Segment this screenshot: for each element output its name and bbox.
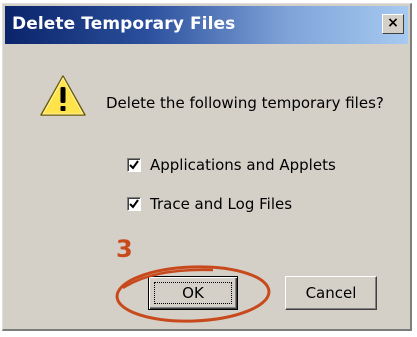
cancel-button[interactable]: Cancel xyxy=(285,276,377,310)
trace-log-checkbox[interactable] xyxy=(127,197,141,211)
close-icon: × xyxy=(387,15,399,31)
ok-button-label: OK xyxy=(182,284,204,302)
ok-button[interactable]: OK xyxy=(148,276,238,310)
trace-log-label: Trace and Log Files xyxy=(150,195,293,213)
delete-temporary-files-dialog: Delete Temporary Files × Delete the foll… xyxy=(2,3,412,331)
applications-checkbox[interactable] xyxy=(127,158,141,172)
dialog-title: Delete Temporary Files xyxy=(12,14,236,34)
checkmark-icon xyxy=(129,199,139,209)
close-button[interactable]: × xyxy=(382,14,404,34)
applications-label: Applications and Applets xyxy=(150,156,336,174)
checkmark-icon xyxy=(129,160,139,170)
cancel-button-label: Cancel xyxy=(305,284,357,302)
step-number-annotation: 3 xyxy=(116,235,133,263)
option-applications-and-applets[interactable]: Applications and Applets xyxy=(127,155,336,175)
confirmation-message: Delete the following temporary files? xyxy=(106,94,384,112)
option-trace-and-log-files[interactable]: Trace and Log Files xyxy=(127,194,292,214)
warning-icon xyxy=(40,75,86,116)
title-bar[interactable]: Delete Temporary Files × xyxy=(5,6,408,44)
